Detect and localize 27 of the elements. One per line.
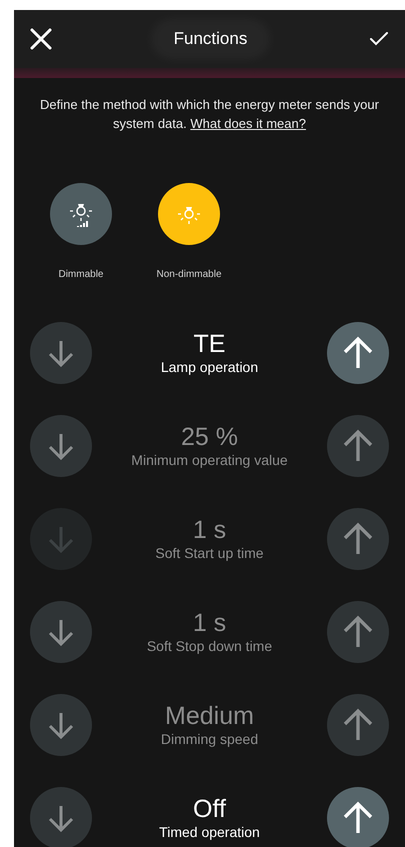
intro-text: Define the method with which the energy meter sends your system data. What does it mean?	[39, 96, 380, 133]
screen-title: Functions	[158, 26, 264, 52]
setting-label: Minimum operating value	[131, 451, 288, 469]
check-icon[interactable]	[368, 31, 389, 47]
setting-label: Timed operation	[159, 823, 260, 841]
help-link[interactable]: What does it mean?	[190, 116, 306, 131]
arrow-down-icon	[46, 710, 76, 740]
setting-label: Soft Start up time	[155, 544, 264, 562]
arrow-down-icon	[46, 617, 76, 647]
close-icon[interactable]	[30, 28, 52, 50]
setting-value: 1 s	[192, 516, 226, 544]
arrow-up-icon	[341, 429, 375, 463]
setting-label: Dimming speed	[160, 730, 258, 748]
setting-value: Off	[193, 795, 226, 823]
setting-label: Lamp operation	[160, 358, 258, 376]
arrow-down-icon	[46, 431, 76, 461]
lamp-type-label: Non-dimmable	[156, 268, 222, 282]
arrow-down-icon	[46, 524, 76, 554]
setting-value: TE	[194, 330, 226, 358]
setting-value: Medium	[165, 702, 254, 730]
setting-label: Soft Stop down time	[146, 637, 272, 655]
arrow-up-icon	[341, 801, 375, 835]
lamp-type-label: Dimmable	[58, 268, 104, 282]
arrow-down-icon	[46, 338, 76, 368]
setting-value: 25 %	[181, 423, 238, 451]
setting-value: 1 s	[192, 609, 226, 637]
arrow-down-icon	[46, 803, 76, 833]
